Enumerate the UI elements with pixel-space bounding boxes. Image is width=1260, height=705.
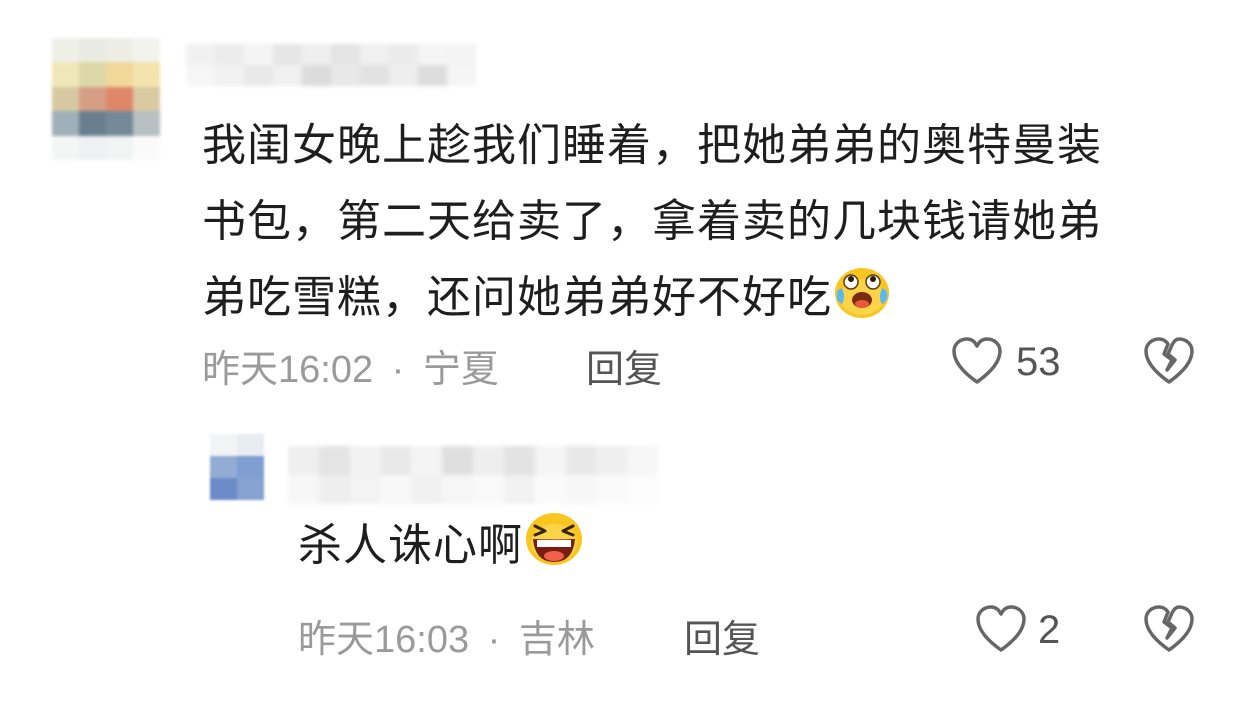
reply-button[interactable]: 回复 bbox=[684, 608, 760, 663]
like-button[interactable]: 53 bbox=[950, 336, 1061, 389]
crying-laughing-emoji bbox=[832, 264, 892, 344]
dislike-button[interactable] bbox=[1142, 336, 1196, 389]
comment-text-line: 书包，第二天给卖了，拿着卖的几块钱请她弟 bbox=[202, 196, 1102, 247]
comment-meta: 昨天16:02 · 宁夏 bbox=[202, 338, 499, 393]
heart-outline-icon bbox=[950, 336, 1004, 389]
dislike-button[interactable] bbox=[1142, 604, 1196, 657]
meta-separator: · bbox=[391, 349, 405, 391]
broken-heart-icon bbox=[1142, 605, 1196, 657]
avatar[interactable] bbox=[52, 38, 160, 160]
comment-location: 吉林 bbox=[518, 619, 595, 661]
reply-button[interactable]: 回复 bbox=[586, 338, 662, 393]
username[interactable] bbox=[288, 446, 658, 504]
comment-text: 杀人诛心啊 bbox=[298, 508, 585, 592]
comment-meta: 昨天16:03 · 吉林 bbox=[298, 608, 595, 663]
comment-location: 宁夏 bbox=[422, 349, 499, 391]
comment-text: 我闺女晚上趁我们睡着，把她弟弟的奥特曼装 书包，第二天给卖了，拿着卖的几块钱请她… bbox=[202, 108, 1102, 344]
like-count: 53 bbox=[1016, 340, 1061, 384]
meta-separator: · bbox=[487, 619, 501, 661]
username[interactable] bbox=[186, 44, 476, 86]
comment-text-line: 弟吃雪糕，还问她弟弟好不好吃 bbox=[202, 260, 1102, 344]
avatar[interactable] bbox=[210, 434, 264, 500]
like-count: 2 bbox=[1038, 608, 1061, 652]
comment-time: 昨天16:03 bbox=[298, 619, 470, 661]
comment-text-line: 我闺女晚上趁我们睡着，把她弟弟的奥特曼装 bbox=[202, 120, 1102, 171]
laughing-emoji bbox=[523, 510, 585, 592]
heart-outline-icon bbox=[974, 604, 1028, 657]
like-button[interactable]: 2 bbox=[974, 604, 1060, 657]
broken-heart-icon bbox=[1142, 337, 1196, 389]
comment-time: 昨天16:02 bbox=[202, 349, 374, 391]
